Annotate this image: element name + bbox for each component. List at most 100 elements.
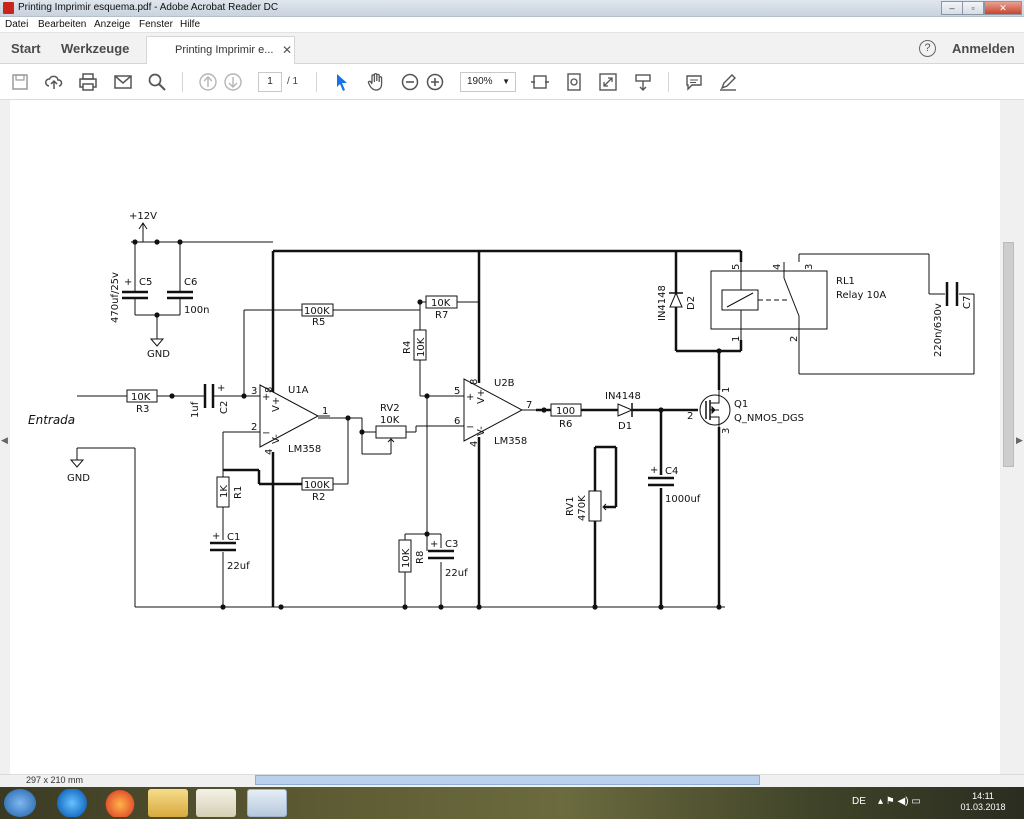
window-title: Printing Imprimir esquema.pdf - Adobe Ac… <box>18 2 279 13</box>
c6-value: 100n <box>184 305 209 316</box>
diode-d2 <box>669 291 683 308</box>
page-up-icon[interactable] <box>198 72 218 92</box>
svg-text:V+: V+ <box>271 397 282 412</box>
c3-ref: C3 <box>445 539 458 550</box>
firefox-icon[interactable] <box>100 789 140 817</box>
comment-icon[interactable] <box>684 72 704 92</box>
capacitor-c6 <box>167 288 193 302</box>
internet-explorer-icon[interactable] <box>52 789 92 817</box>
email-icon[interactable] <box>113 72 133 92</box>
page-down-icon[interactable] <box>223 72 243 92</box>
full-screen-icon[interactable] <box>598 72 618 92</box>
chevron-down-icon: ▼ <box>502 77 510 86</box>
highlight-pen-icon[interactable] <box>718 72 738 92</box>
menu-fenster[interactable]: Fenster <box>139 19 173 30</box>
zoom-in-icon[interactable] <box>425 72 445 92</box>
start-button-icon[interactable] <box>4 789 36 817</box>
page-total: / 1 <box>287 76 299 87</box>
d2-value: IN4148 <box>657 285 668 321</box>
help-icon[interactable]: ? <box>919 40 936 57</box>
tab-tools[interactable]: Werkzeuge <box>61 41 129 56</box>
menu-bearbeiten[interactable]: Bearbeiten <box>38 19 86 30</box>
clock[interactable]: 14:11 01.03.2018 <box>958 791 1008 813</box>
fit-width-icon[interactable] <box>530 72 550 92</box>
d1-value: IN4148 <box>605 391 641 402</box>
svg-text:6: 6 <box>454 416 460 427</box>
tab-start[interactable]: Start <box>11 41 41 56</box>
clock-date: 01.03.2018 <box>960 802 1006 812</box>
scroll-right-arrow-icon[interactable]: ▶ <box>1016 435 1023 446</box>
svg-text:1: 1 <box>721 387 732 393</box>
r5-ref: R5 <box>312 317 325 328</box>
circuit-schematic: +12V GND GND Entrada + C5 470uf/25v C6 1… <box>28 211 975 610</box>
pdf-document-icon[interactable] <box>196 789 236 817</box>
r5-value: 100K <box>304 306 330 317</box>
rv1-ref: RV1 <box>565 496 576 516</box>
r1-value: 1K <box>219 485 230 498</box>
c2-value: 1uf <box>190 401 201 418</box>
close-tab-icon[interactable]: ✕ <box>282 43 292 57</box>
potentiometer-rv2 <box>375 425 407 448</box>
ground-symbol-input <box>69 448 85 468</box>
c1-ref: C1 <box>227 532 240 543</box>
q1-ref: Q1 <box>734 399 748 410</box>
minimize-button[interactable]: – <box>941 1 963 15</box>
scroll-left-arrow-icon[interactable]: ◀ <box>1 435 8 446</box>
acrobat-taskbar-icon[interactable] <box>247 789 287 817</box>
pdf-page: +12V GND GND Entrada + C5 470uf/25v C6 1… <box>10 100 1000 774</box>
menu-bar: Datei Bearbeiten Anzeige Fenster Hilfe <box>0 17 1024 33</box>
page-number-input[interactable]: 1 <box>258 72 282 92</box>
maximize-button[interactable]: ▫ <box>962 1 984 15</box>
cloud-upload-icon[interactable] <box>44 72 64 92</box>
c5-ref: C5 <box>139 277 152 288</box>
hand-tool-icon[interactable] <box>366 72 386 92</box>
page-size-label: 297 x 210 mm <box>26 775 84 785</box>
svg-text:+: + <box>212 531 220 542</box>
relay-rl1: 5 1 4 3 2 <box>710 262 828 342</box>
close-window-button[interactable]: ✕ <box>984 1 1022 15</box>
c3-value: 22uf <box>445 568 468 579</box>
rv2-ref: RV2 <box>380 403 400 414</box>
scroll-mode-icon[interactable] <box>633 72 653 92</box>
r8-value: 10K <box>401 548 412 568</box>
r2-ref: R2 <box>312 492 325 503</box>
tray-icons[interactable]: ▴ ⚑ ◀) ▭ <box>878 796 921 807</box>
select-cursor-icon[interactable] <box>332 72 352 92</box>
document-viewer[interactable]: +12V GND GND Entrada + C5 470uf/25v C6 1… <box>0 100 1024 774</box>
document-tab-label: Printing Imprimir e... <box>175 44 274 56</box>
rotate-icon[interactable] <box>564 72 584 92</box>
zoom-out-icon[interactable] <box>400 72 420 92</box>
c7-value: 220n/630v <box>933 303 944 357</box>
c1-value: 22uf <box>227 561 250 572</box>
vcc-label: +12V <box>129 211 157 222</box>
menu-anzeige[interactable]: Anzeige <box>94 19 130 30</box>
svg-text:+: + <box>124 277 132 288</box>
c4-ref: C4 <box>665 466 678 477</box>
zoom-level-select[interactable]: 190% ▼ <box>460 72 516 92</box>
u1a-ref: U1A <box>288 385 309 396</box>
toolbar-divider <box>668 72 669 92</box>
svg-text:5: 5 <box>454 386 460 397</box>
menu-datei[interactable]: Datei <box>5 19 28 30</box>
svg-text:−: − <box>262 428 270 439</box>
svg-text:3: 3 <box>721 428 732 434</box>
save-icon[interactable] <box>10 72 30 92</box>
print-icon[interactable] <box>78 72 98 92</box>
svg-text:V-: V- <box>271 434 282 444</box>
sign-in-button[interactable]: Anmelden <box>952 41 1015 56</box>
svg-text:3: 3 <box>251 386 257 397</box>
tab-document[interactable]: Printing Imprimir e... ✕ <box>146 36 295 64</box>
vertical-scrollbar-thumb[interactable] <box>1003 242 1014 467</box>
c2-ref: C2 <box>219 401 230 414</box>
r4-ref: R4 <box>402 341 413 354</box>
rl1-value: Relay 10A <box>836 290 886 301</box>
search-icon[interactable] <box>147 72 167 92</box>
svg-text:1: 1 <box>731 336 742 342</box>
language-indicator[interactable]: DE <box>852 796 866 807</box>
file-explorer-icon[interactable] <box>148 789 188 817</box>
acrobat-app-icon <box>3 2 14 14</box>
menu-hilfe[interactable]: Hilfe <box>180 19 200 30</box>
clock-time: 14:11 <box>972 791 994 801</box>
ground-label-input: GND <box>67 473 90 484</box>
horizontal-scrollbar-thumb[interactable] <box>255 775 760 785</box>
